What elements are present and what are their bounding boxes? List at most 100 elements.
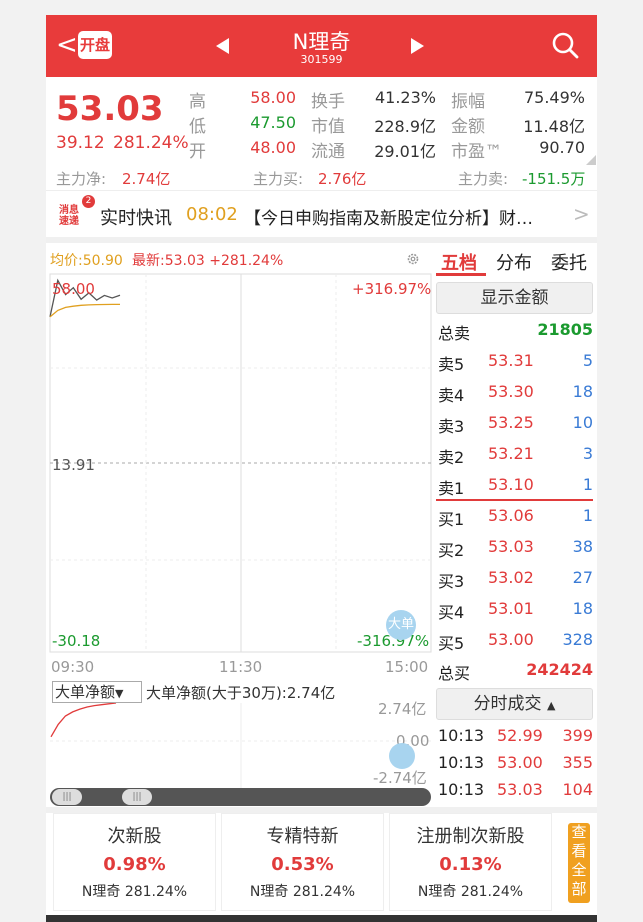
orderbook-level-label: 买3 [438, 572, 465, 591]
turnover-value: 41.23% [374, 88, 436, 107]
sector-title: 注册制次新股 [416, 826, 525, 847]
spread-divider [436, 499, 593, 501]
orderbook-level-label: 卖2 [438, 448, 465, 467]
tab-distribution[interactable]: 分布 [496, 249, 532, 275]
ticks-label: 分时成交 [473, 694, 542, 714]
x-mid-label: 11:30 [219, 658, 263, 676]
main-net-label: 主力净: [56, 170, 107, 188]
indicator-select-label: 大单净额 [55, 683, 116, 701]
amount-value: 11.48亿 [523, 117, 585, 136]
big-order-badge[interactable]: 大单 [386, 610, 416, 640]
main-sell-label: 主力卖: [458, 170, 509, 188]
orderbook-level-label: 卖3 [438, 417, 465, 436]
orderbook-level-price: 53.01 [488, 599, 534, 618]
next-stock-icon[interactable] [411, 38, 424, 54]
orderbook-level-price: 53.03 [488, 537, 534, 556]
y-top-pct-label: +316.97% [352, 280, 432, 298]
main-sell-value: -151.5万 [522, 170, 586, 188]
scroll-handle-right[interactable]: ||| [122, 789, 152, 805]
caret-up-icon: ▲ [546, 699, 556, 712]
low-value: 47.50 [250, 113, 296, 132]
tick-price: 53.03 [497, 780, 543, 799]
view-all-button[interactable]: 查看全部 [568, 823, 590, 903]
float-value: 29.01亿 [374, 142, 436, 161]
total-sell-value: 21805 [537, 320, 593, 339]
orderbook-level-volume: 328 [562, 630, 593, 649]
high-label: 高 [189, 92, 206, 112]
indicator-text: 大单净额(大于30万):2.74亿 [146, 684, 336, 702]
big-order-series-line [50, 703, 117, 738]
news-chevron-icon[interactable]: > [573, 202, 590, 226]
tick-time: 10:13 [438, 726, 485, 745]
pe-label: 市盈™ [451, 142, 502, 162]
search-icon[interactable] [551, 31, 579, 59]
avg-price-label: 均价:50.90 [50, 253, 123, 269]
sector-title: 次新股 [107, 826, 162, 847]
tick-volume: 355 [562, 753, 593, 772]
orderbook-level-price: 53.25 [488, 413, 534, 432]
x-end-label: 15:00 [385, 658, 429, 676]
pe-value: 90.70 [539, 138, 585, 157]
amplitude-label: 振幅 [451, 92, 485, 112]
tick-time: 10:13 [438, 780, 485, 799]
orderbook-level-volume: 18 [572, 599, 593, 618]
orderbook-level-price: 53.10 [488, 475, 534, 494]
settings-gear-icon[interactable] [406, 252, 420, 266]
expand-corner-icon[interactable] [586, 155, 596, 165]
orderbook-level-volume: 27 [572, 568, 593, 587]
news-count-badge: 2 [82, 195, 95, 208]
sector-tile[interactable]: 注册制次新股 0.13% N理奇 281.24% [389, 813, 552, 911]
ticks-toggle-button[interactable]: 分时成交 ▲ [436, 688, 593, 720]
open-value: 48.00 [250, 138, 296, 157]
stock-code: 301599 [300, 53, 343, 66]
sector-tile[interactable]: 专精特新 0.53% N理奇 281.24% [221, 813, 384, 911]
orderbook-level-volume: 10 [572, 413, 593, 432]
sector-tile[interactable]: 次新股 0.98% N理奇 281.24% [53, 813, 216, 911]
orderbook-level-label: 卖5 [438, 355, 465, 374]
tick-volume: 399 [562, 726, 593, 745]
active-tab-underline [436, 273, 486, 276]
divider [46, 190, 597, 191]
show-amount-button[interactable]: 显示金额 [436, 282, 593, 314]
tab-orders[interactable]: 委托 [551, 249, 587, 275]
chart-scrollbar[interactable] [50, 788, 431, 806]
section-divider [46, 237, 597, 243]
orderbook-level-price: 53.30 [488, 382, 534, 401]
tab-five-levels[interactable]: 五档 [441, 249, 477, 275]
orderbook-level-label: 卖4 [438, 386, 465, 405]
amount-label: 金额 [451, 117, 485, 137]
orderbook-level-price: 53.00 [488, 630, 534, 649]
tick-time: 10:13 [438, 753, 485, 772]
orderbook-level-price: 53.21 [488, 444, 534, 463]
orderbook-level-volume: 38 [572, 537, 593, 556]
orderbook-level-label: 买5 [438, 634, 465, 653]
expand-icon[interactable] [389, 743, 415, 769]
turnover-label: 换手 [311, 92, 345, 112]
main-net-value: 2.74亿 [122, 170, 171, 188]
scroll-handle-left[interactable]: ||| [52, 789, 82, 805]
app-frame: < 开盘 N理奇 301599 53.03 39.12 281.24% 高 低 … [46, 15, 597, 922]
orderbook-level-price: 53.06 [488, 506, 534, 525]
orderbook-level-volume: 5 [582, 351, 593, 370]
orderbook-level-label: 买1 [438, 510, 465, 529]
sub-top-label: 2.74亿 [378, 700, 427, 718]
orderbook-level-label: 买2 [438, 541, 465, 560]
sub-bottom-label: -2.74亿 [373, 769, 427, 787]
orderbook-level-label: 卖1 [438, 479, 465, 498]
indicator-select[interactable]: 大单净额▼ [52, 681, 142, 703]
y-mid-label: 13.91 [52, 456, 95, 474]
sector-pct: 0.53% [271, 854, 334, 875]
bottom-bar [46, 915, 597, 922]
orderbook-level-volume: 3 [582, 444, 593, 463]
orderbook-level-volume: 1 [582, 475, 593, 494]
orderbook-level-label: 买4 [438, 603, 465, 622]
float-label: 流通 [311, 142, 345, 162]
high-value: 58.00 [250, 88, 296, 107]
sector-sub: N理奇 281.24% [249, 884, 356, 900]
news-label[interactable]: 实时快讯 [100, 204, 172, 230]
intraday-chart[interactable] [46, 270, 432, 690]
open-label: 开 [189, 142, 206, 162]
news-headline[interactable]: 【今日申购指南及新股定位分析】财… [244, 204, 564, 229]
x-start-label: 09:30 [51, 658, 95, 676]
tick-price: 53.00 [497, 753, 543, 772]
